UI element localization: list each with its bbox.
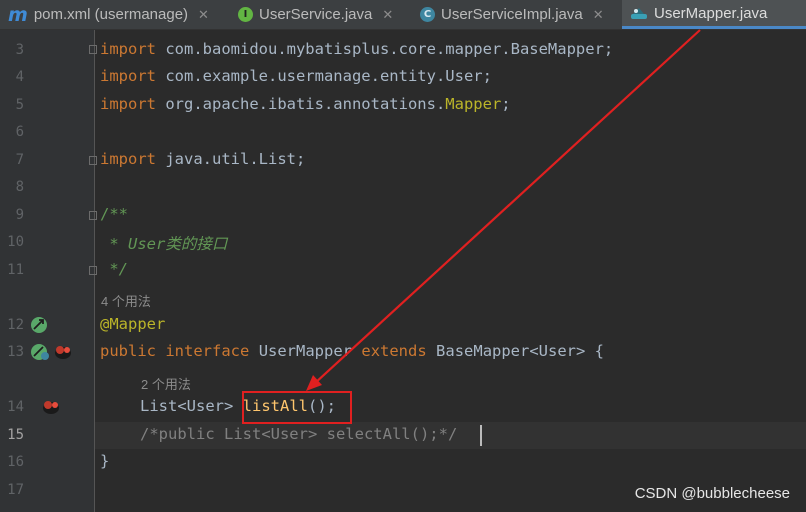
watermark: CSDN @bubblecheese bbox=[634, 485, 790, 502]
annotation-arrow bbox=[306, 29, 701, 391]
